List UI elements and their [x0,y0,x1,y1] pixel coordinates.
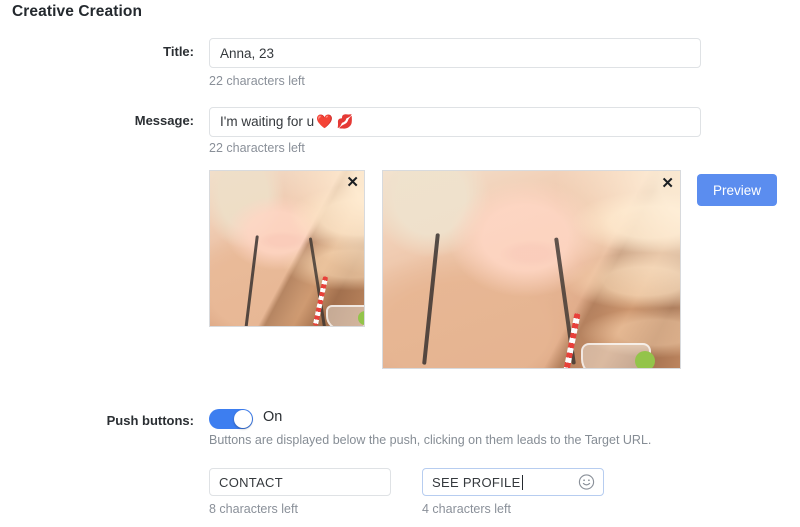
push-button-one-counter: 8 characters left [209,502,298,516]
push-buttons-label: Push buttons: [106,413,194,428]
message-input-text: I'm waiting for u [220,114,315,129]
creative-image-1-photo [210,171,364,326]
push-buttons-hint: Buttons are displayed below the push, cl… [209,433,652,447]
toggle-knob [234,410,252,428]
message-label: Message: [134,113,194,128]
title-field-wrap: {city_en} [209,38,701,68]
photo-lime [358,311,364,325]
creative-image-2[interactable]: ✕ [382,170,681,369]
text-cursor [521,474,523,490]
remove-image-2-icon[interactable]: ✕ [661,176,674,191]
message-field-wrap: I'm waiting for u ❤️ 💋 {city_en} [209,107,701,137]
emoji-picker-icon[interactable] [578,474,595,491]
title-counter: 22 characters left [209,74,305,88]
push-button-two-value: SEE PROFILE [432,474,521,490]
message-counter: 22 characters left [209,141,305,155]
creative-image-1[interactable]: ✕ [209,170,365,327]
remove-image-1-icon[interactable]: ✕ [346,175,359,190]
preview-button[interactable]: Preview [697,174,777,206]
page-title: Creative Creation [12,3,143,20]
push-button-two-counter: 4 characters left [422,502,511,516]
push-button-two-input[interactable]: SEE PROFILE [422,468,604,496]
message-emoji: ❤️ 💋 [316,114,354,129]
push-buttons-toggle-state: On [263,409,283,425]
push-buttons-toggle[interactable] [209,409,253,429]
title-input[interactable] [209,38,701,68]
photo-lime [635,351,655,368]
creative-creation-page: Creative Creation Title: {city_en} 22 ch… [0,0,800,527]
push-button-one-input[interactable]: CONTACT [209,468,391,496]
message-input[interactable]: I'm waiting for u ❤️ 💋 [209,107,701,137]
title-label: Title: [163,44,194,59]
push-button-one-value: CONTACT [219,474,283,490]
